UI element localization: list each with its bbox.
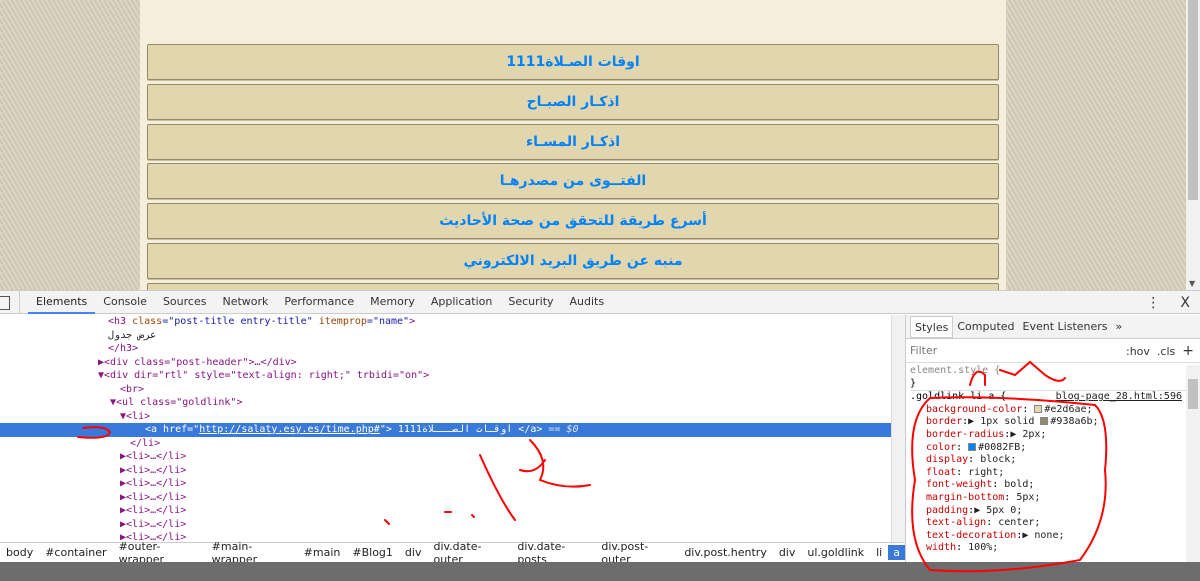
dom-node[interactable]: <br> xyxy=(0,383,891,397)
dom-node[interactable]: ▶<li>…</li> xyxy=(0,450,891,464)
dom-tree: <h3 class="post-title entry-title" itemp… xyxy=(0,315,891,542)
window-bottom-bar xyxy=(0,562,1200,581)
tab-computed[interactable]: Computed xyxy=(953,320,1018,333)
device-toggle-icon[interactable] xyxy=(0,290,20,314)
color-swatch[interactable] xyxy=(1034,404,1043,413)
css-prop[interactable]: border:▶ 1px solid #938a6b; xyxy=(910,416,1200,429)
close-icon[interactable]: X xyxy=(1170,295,1200,311)
cls-toggle[interactable]: .cls xyxy=(1157,345,1175,358)
css-prop[interactable]: width: 100%; xyxy=(910,542,1200,555)
color-swatch[interactable] xyxy=(968,442,977,451)
dom-node[interactable]: ▶<li>…</li> xyxy=(0,504,891,518)
css-prop[interactable]: background-color: #e2d6ae; xyxy=(910,404,1200,417)
css-prop[interactable]: color: #0082FB; xyxy=(910,442,1200,455)
goldlink-evening-adhkar[interactable]: اذكـار المسـاء xyxy=(147,124,999,160)
dom-node[interactable]: ▶<li>…</li> xyxy=(0,477,891,491)
dom-scrollbar[interactable] xyxy=(891,315,905,542)
crumb[interactable]: #container xyxy=(39,546,112,559)
css-prop[interactable]: text-align: center; xyxy=(910,517,1200,530)
tab-application[interactable]: Application xyxy=(423,291,500,314)
element-style-rule[interactable]: element.style { xyxy=(910,365,1200,378)
crumb[interactable]: div xyxy=(399,546,428,559)
css-prop[interactable]: font-weight: bold; xyxy=(910,479,1200,492)
new-rule-icon[interactable]: + xyxy=(1182,343,1194,359)
css-prop[interactable]: text-decoration:▶ none; xyxy=(910,530,1200,543)
dom-node[interactable]: ▼<li> xyxy=(0,410,891,424)
crumb[interactable]: #Blog1 xyxy=(346,546,399,559)
crumb[interactable]: #main xyxy=(298,546,347,559)
dom-node[interactable]: ▶<div class="post-header">…</div> xyxy=(0,356,891,370)
tab-memory[interactable]: Memory xyxy=(362,291,423,314)
css-prop[interactable]: margin-bottom: 5px; xyxy=(910,492,1200,505)
dom-node[interactable]: ▶<li>…</li> xyxy=(0,464,891,478)
goldlink-email-alarm[interactable]: منبه عن طريق البريد الالكتروني xyxy=(147,243,999,279)
dom-node[interactable]: </li> xyxy=(0,437,891,451)
dom-node-selected[interactable]: <a href="http://salaty.esy.es/time.php#"… xyxy=(0,423,891,437)
rule-selector[interactable]: .goldlink li a { xyxy=(910,391,1006,402)
tab-audits[interactable]: Audits xyxy=(562,291,613,314)
dom-node[interactable]: ▶<li>…</li> xyxy=(0,491,891,505)
css-rules: element.style { } .goldlink li a { blog-p… xyxy=(906,365,1200,555)
devtools-panel: Elements Console Sources Network Perform… xyxy=(0,290,1200,581)
css-prop[interactable]: padding:▶ 5px 0; xyxy=(910,505,1200,518)
tab-network[interactable]: Network xyxy=(214,291,276,314)
tab-performance[interactable]: Performance xyxy=(276,291,362,314)
breadcrumb: body #container #outer-wrapper #main-wra… xyxy=(0,540,905,566)
page-scrollbar[interactable]: ▼ xyxy=(1186,0,1200,290)
tab-security[interactable]: Security xyxy=(500,291,561,314)
goldlink-hadith-check[interactable]: أسرع طريقة للتحقق من صحة الأحاديث xyxy=(147,203,999,239)
goldlink-fatwa[interactable]: الفتــوى من مصدرهـا xyxy=(147,163,999,199)
tab-styles[interactable]: Styles xyxy=(910,315,954,338)
css-prop[interactable]: display: block; xyxy=(910,454,1200,467)
page-content: اوقات الصـلاة1111 اذكـار الصبـاح اذكـار … xyxy=(140,0,1006,290)
dom-node[interactable]: <h3 class="post-title entry-title" itemp… xyxy=(0,315,891,329)
css-prop[interactable]: border-radius:▶ 2px; xyxy=(910,429,1200,442)
crumb[interactable]: div xyxy=(773,546,802,559)
styles-pane: Styles Computed Event Listeners » Filter… xyxy=(905,315,1200,562)
styles-scrollbar[interactable] xyxy=(1186,365,1200,562)
styles-filter-input[interactable]: Filter :hov .cls + xyxy=(906,339,1200,363)
scroll-down-icon[interactable]: ▼ xyxy=(1189,279,1195,288)
goldlink-prayer-times[interactable]: اوقات الصـلاة1111 xyxy=(147,44,999,80)
goldlink-morning-adhkar[interactable]: اذكـار الصبـاح xyxy=(147,84,999,120)
crumb[interactable]: div.post.hentry xyxy=(678,546,773,559)
tab-event-listeners[interactable]: Event Listeners xyxy=(1019,320,1112,333)
css-prop[interactable]: float: right; xyxy=(910,467,1200,480)
rule-header: .goldlink li a { blog-page_28.html:596 xyxy=(910,390,1200,404)
dom-text[interactable]: عرض جدول xyxy=(108,330,156,341)
href-link[interactable]: http://salaty.esy.es/time.php# xyxy=(199,424,380,435)
dom-node[interactable]: ▶<li>…</li> xyxy=(0,518,891,532)
brace: } xyxy=(910,377,917,389)
more-tabs-icon[interactable]: » xyxy=(1112,320,1127,333)
hov-toggle[interactable]: :hov xyxy=(1126,345,1150,358)
crumb-current[interactable]: a xyxy=(888,545,905,560)
dom-node[interactable]: ▼<ul class="goldlink"> xyxy=(0,396,891,410)
crumb[interactable]: ul.goldlink xyxy=(801,546,870,559)
tab-sources[interactable]: Sources xyxy=(155,291,215,314)
tab-elements[interactable]: Elements xyxy=(28,291,96,314)
dom-node[interactable]: ▼<div dir="rtl" style="text-align: right… xyxy=(0,369,891,383)
crumb[interactable]: body xyxy=(0,546,39,559)
rule-source-link[interactable]: blog-page_28.html:596 xyxy=(1056,391,1182,404)
goldlink-next[interactable] xyxy=(147,283,999,290)
tab-console[interactable]: Console xyxy=(95,291,155,314)
web-page: اوقات الصـلاة1111 اذكـار الصبـاح اذكـار … xyxy=(0,0,1200,290)
dom-node[interactable]: </h3> xyxy=(0,342,891,356)
menu-icon[interactable]: ⋮ xyxy=(1136,295,1170,311)
color-swatch[interactable] xyxy=(1040,417,1049,426)
devtools-tabbar: Elements Console Sources Network Perform… xyxy=(0,290,1200,314)
crumb[interactable]: li xyxy=(870,546,888,559)
